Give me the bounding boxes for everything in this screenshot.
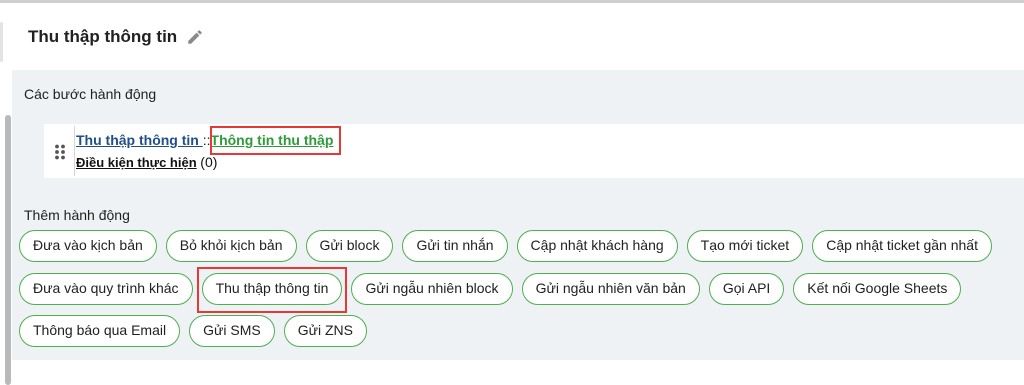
vertical-scrollbar[interactable] <box>5 115 11 385</box>
condition-link[interactable]: Điều kiện thực hiện <box>76 155 197 170</box>
title-row: Thu thập thông tin <box>28 26 204 48</box>
chip-connect-google-sheets[interactable]: Kết nối Google Sheets <box>793 273 962 305</box>
action-chips-row-1: Đưa vào kịch bản Bỏ khỏi kịch bản Gửi bl… <box>19 230 992 262</box>
step-title-line: Thu thập thông tin ::Thông tin thu thập <box>76 132 333 148</box>
top-divider <box>0 0 1024 3</box>
card-divider <box>74 126 75 176</box>
workflow-action-editor: Thu thập thông tin Các bước hành động Th… <box>0 0 1024 385</box>
action-step-card: Thu thập thông tin ::Thông tin thu thập … <box>44 124 1024 178</box>
add-action-section-label: Thêm hành động <box>24 207 130 223</box>
chip-email-notification[interactable]: Thông báo qua Email <box>19 315 181 347</box>
chip-update-latest-ticket[interactable]: Cập nhật ticket gần nhất <box>812 230 992 262</box>
action-chips-row-3: Thông báo qua Email Gửi SMS Gửi ZNS <box>19 315 367 347</box>
chip-send-random-text[interactable]: Gửi ngẫu nhiên văn bản <box>521 273 700 305</box>
condition-count: (0) <box>200 154 218 170</box>
left-edge-tab <box>0 22 3 62</box>
chip-send-zns[interactable]: Gửi ZNS <box>283 315 367 347</box>
chip-collect-info-wrap: Thu thập thông tin <box>196 267 348 313</box>
page-title: Thu thập thông tin <box>28 27 178 46</box>
chip-add-to-script[interactable]: Đưa vào kịch bản <box>19 230 157 262</box>
drag-handle-icon[interactable] <box>54 144 66 160</box>
action-chips-row-2: Đưa vào quy trình khác Thu thập thông ti… <box>19 267 962 313</box>
steps-section-label: Các bước hành động <box>24 86 157 102</box>
step-target-link[interactable]: Thông tin thu thập <box>211 132 334 148</box>
chip-send-block[interactable]: Gửi block <box>305 230 394 262</box>
pencil-icon[interactable] <box>186 28 204 46</box>
chip-send-message[interactable]: Gửi tin nhắn <box>402 230 508 262</box>
step-action-link[interactable]: Thu thập thông tin <box>76 132 203 148</box>
chip-send-random-block[interactable]: Gửi ngẫu nhiên block <box>351 273 513 305</box>
chip-collect-info[interactable]: Thu thập thông tin <box>201 273 343 305</box>
chip-call-api[interactable]: Gọi API <box>708 273 785 305</box>
step-separator: :: <box>202 132 211 148</box>
chip-update-customer[interactable]: Cập nhật khách hàng <box>516 230 678 262</box>
step-condition-line: Điều kiện thực hiện (0) <box>76 154 217 170</box>
chip-create-ticket[interactable]: Tạo mới ticket <box>686 230 804 262</box>
chip-add-to-other-process[interactable]: Đưa vào quy trình khác <box>19 273 193 305</box>
chip-send-sms[interactable]: Gửi SMS <box>189 315 275 347</box>
chip-remove-from-script[interactable]: Bỏ khỏi kịch bản <box>165 230 297 262</box>
